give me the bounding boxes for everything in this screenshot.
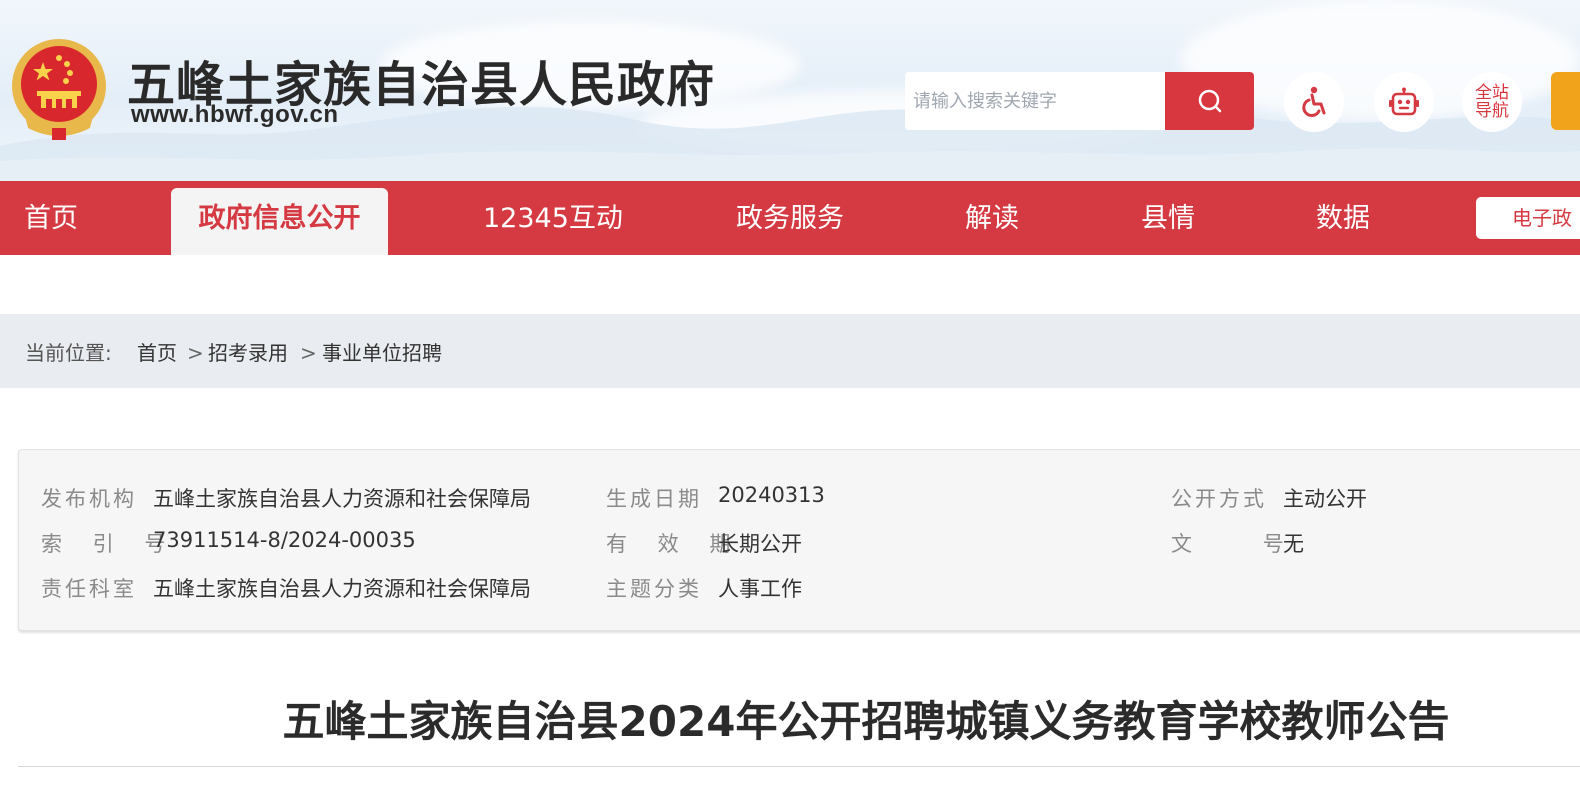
title-divider xyxy=(18,766,1580,767)
robot-icon xyxy=(1389,87,1419,116)
accessibility-icon xyxy=(1302,86,1326,117)
article-title: 五峰土家族自治县2024年公开招聘城镇义务教育学校教师公告 xyxy=(282,697,1450,746)
side-tab[interactable] xyxy=(1551,72,1580,130)
accessibility-button[interactable] xyxy=(1284,72,1344,132)
nav-item-government-info[interactable]: 政府信息公开 xyxy=(171,188,388,255)
search-button[interactable] xyxy=(1165,72,1254,130)
national-emblem-icon xyxy=(12,39,106,140)
search-input[interactable] xyxy=(905,72,1161,130)
site-navigation-label-line1: 全站 xyxy=(1475,83,1509,103)
site-header: 五峰土家族自治县人民政府 www.hbwf.gov.cn 请输入搜索关键字 全站… xyxy=(0,0,1580,181)
breadcrumb-separator: > xyxy=(300,341,317,365)
nav-item-county-info[interactable]: 县情 xyxy=(1141,181,1195,255)
site-url: www.hbwf.gov.cn xyxy=(131,101,339,128)
breadcrumb: 当前位置: 首页 > 招考录用 > 事业单位招聘 xyxy=(0,314,1580,388)
topic-category-label: 主题分类 xyxy=(606,577,702,601)
responsible-dept-label: 责任科室 xyxy=(41,577,137,601)
publisher-value: 五峰土家族自治县人力资源和社会保障局 xyxy=(153,487,531,511)
breadcrumb-prefix: 当前位置: xyxy=(25,341,112,365)
egov-button[interactable]: 电子政 xyxy=(1476,197,1580,239)
validity-value: 长期公开 xyxy=(718,532,802,556)
breadcrumb-home-link[interactable]: 首页 xyxy=(137,314,177,392)
site-navigation-label: 全站 导航 xyxy=(1472,84,1512,120)
topic-category-value: 人事工作 xyxy=(718,577,802,601)
site-navigation-button[interactable]: 全站 导航 xyxy=(1462,72,1522,132)
breadcrumb-separator: > xyxy=(187,341,204,365)
responsible-dept-value: 五峰土家族自治县人力资源和社会保障局 xyxy=(153,577,531,601)
search-box xyxy=(905,72,1254,130)
site-navigation-label-line2: 导航 xyxy=(1475,101,1509,121)
breadcrumb-public-institution-link[interactable]: 事业单位招聘 xyxy=(322,314,442,392)
index-number-value: 73911514-8/2024-00035 xyxy=(153,528,416,552)
nav-item-government-services[interactable]: 政务服务 xyxy=(736,181,844,255)
breadcrumb-recruitment-link[interactable]: 招考录用 xyxy=(208,314,288,392)
search-icon xyxy=(1198,89,1221,113)
disclosure-method-value: 主动公开 xyxy=(1283,487,1367,511)
nav-item-12345-interaction[interactable]: 12345互动 xyxy=(483,181,623,255)
generated-date-value: 20240313 xyxy=(718,483,825,507)
publisher-label: 发布机构 xyxy=(41,487,137,511)
document-number-label: 文 号 xyxy=(1171,532,1287,556)
robot-assistant-button[interactable] xyxy=(1374,72,1434,132)
document-number-value: 无 xyxy=(1283,532,1304,556)
disclosure-method-label: 公开方式 xyxy=(1171,487,1267,511)
nav-item-interpretation[interactable]: 解读 xyxy=(965,181,1019,255)
nav-item-data[interactable]: 数据 xyxy=(1316,181,1370,255)
main-nav: 首页 政府信息公开 12345互动 政务服务 解读 县情 数据 电子政 xyxy=(0,181,1580,255)
document-meta-box: 发布机构 五峰土家族自治县人力资源和社会保障局 索 引 号 73911514-8… xyxy=(18,449,1580,631)
nav-item-home[interactable]: 首页 xyxy=(24,181,78,255)
generated-date-label: 生成日期 xyxy=(606,487,702,511)
